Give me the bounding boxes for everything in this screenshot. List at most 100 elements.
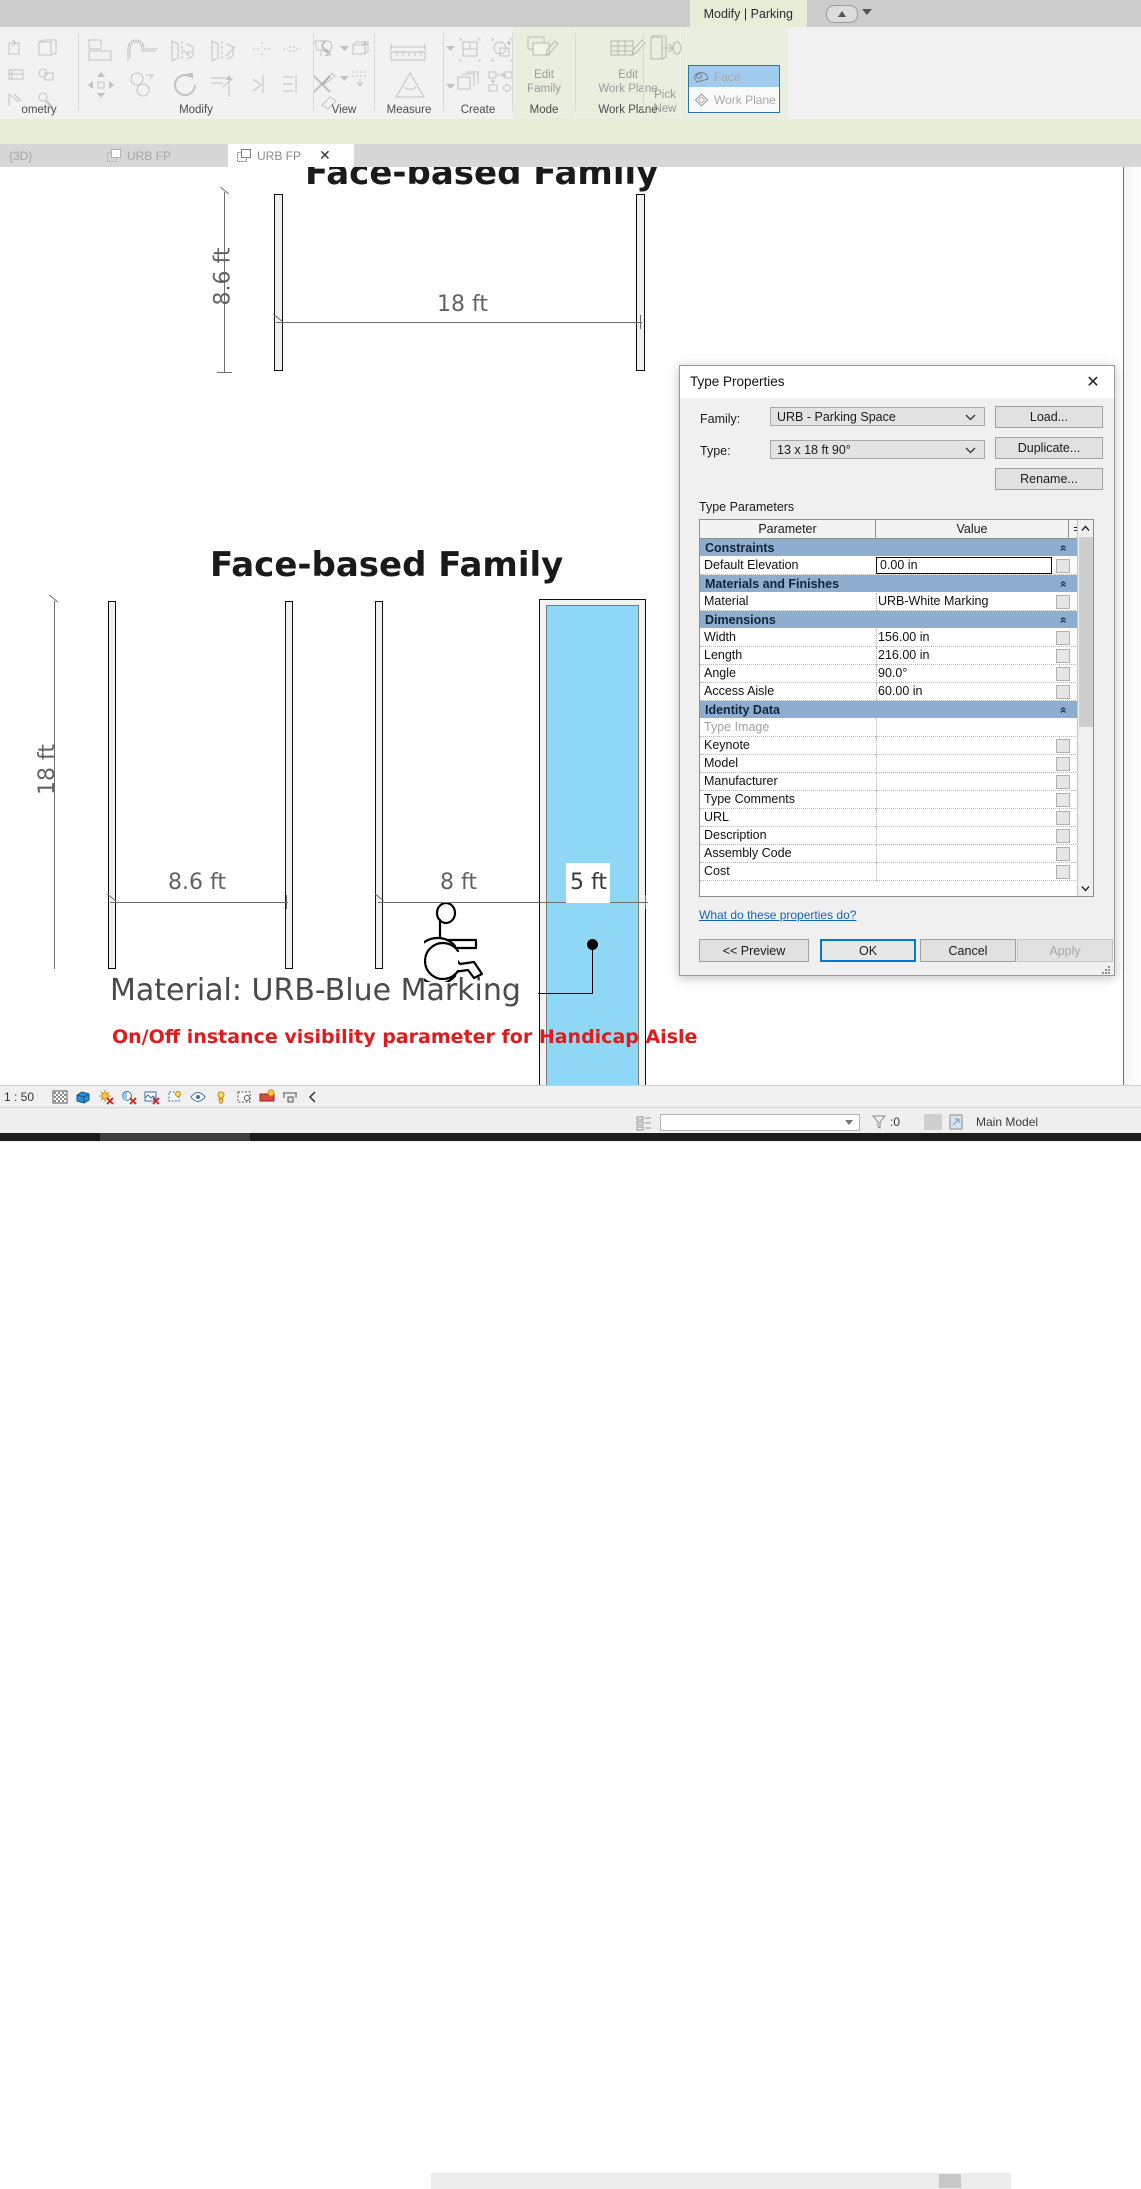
parameter-row[interactable]: Manufacturer <box>700 773 1078 791</box>
parameter-row[interactable]: Width156.00 in <box>700 629 1078 647</box>
geometry-tool-1-icon[interactable] <box>6 39 28 59</box>
group-collapse-icon[interactable]: » <box>1056 545 1070 552</box>
mirror-pick-axis-icon[interactable] <box>169 38 199 64</box>
parameter-lock-toggle[interactable] <box>1056 559 1070 573</box>
design-options-icon[interactable] <box>948 1113 966 1131</box>
view-control-bar[interactable]: 1 : 50 <box>0 1085 1141 1108</box>
parking-stripe-3[interactable] <box>375 601 383 969</box>
temporary-hide-isolate-icon[interactable] <box>213 1089 229 1105</box>
rename-button[interactable]: Rename... <box>995 468 1103 490</box>
type-dropdown[interactable]: 13 x 18 ft 90° <box>770 440 985 459</box>
paint-icon[interactable] <box>319 69 337 89</box>
measure-angle-icon[interactable] <box>393 71 427 101</box>
parameter-row[interactable]: Default Elevation0.00 in <box>700 557 1078 575</box>
placement-option-face[interactable]: Face <box>689 66 779 87</box>
group-icon[interactable] <box>456 71 484 95</box>
chevron-down-icon[interactable] <box>446 83 455 90</box>
trim-single-icon[interactable] <box>251 73 273 95</box>
parameter-value[interactable]: 156.00 in <box>878 630 929 644</box>
horizontal-scrollbar[interactable] <box>431 2173 1011 2189</box>
column-header-value[interactable]: Value <box>876 520 1069 538</box>
close-icon[interactable]: ✕ <box>1080 371 1106 393</box>
measure-between-references-icon[interactable] <box>389 41 429 65</box>
dialog-title-bar[interactable]: Type Properties ✕ <box>680 366 1114 398</box>
move-icon[interactable] <box>87 71 117 99</box>
resize-grip[interactable] <box>1102 964 1111 973</box>
duplicate-button[interactable]: Duplicate... <box>995 437 1103 459</box>
reveal-hidden-elements-icon[interactable] <box>236 1089 252 1105</box>
parking-stripe-top-left[interactable] <box>274 194 283 371</box>
close-icon[interactable]: ✕ <box>319 147 331 164</box>
parameter-lock-toggle[interactable] <box>1056 793 1070 807</box>
offset-icon[interactable] <box>127 38 159 64</box>
parameter-row[interactable]: URL <box>700 809 1078 827</box>
parameter-row[interactable]: Model <box>700 755 1078 773</box>
render-icon[interactable] <box>350 39 370 59</box>
parameter-group-header[interactable]: Dimensions» <box>700 611 1078 629</box>
parameter-value[interactable]: URB-White Marking <box>878 594 988 608</box>
help-link[interactable]: What do these properties do? <box>699 908 856 922</box>
column-header-parameter[interactable]: Parameter <box>700 520 876 538</box>
parameter-row[interactable]: Length216.00 in <box>700 647 1078 665</box>
show-crop-region-icon[interactable] <box>190 1089 206 1105</box>
parameter-value-input[interactable]: 0.00 in <box>876 557 1052 574</box>
placement-option-work-plane[interactable]: Work Plane <box>689 89 779 111</box>
align-icon[interactable] <box>86 38 116 64</box>
parameter-lock-toggle[interactable] <box>1056 739 1070 753</box>
parameter-row[interactable]: Type Image <box>700 719 1078 737</box>
mirror-draw-axis-icon[interactable] <box>209 38 239 64</box>
parking-stripe-top-right[interactable] <box>636 194 645 371</box>
parameter-value[interactable]: 216.00 in <box>878 648 929 662</box>
geometry-tool-2-icon[interactable] <box>36 39 58 59</box>
group-collapse-icon[interactable]: » <box>1056 617 1070 624</box>
parameter-lock-toggle[interactable] <box>1056 649 1070 663</box>
parameter-lock-toggle[interactable] <box>1056 775 1070 789</box>
temporary-view-properties-icon[interactable] <box>259 1089 275 1105</box>
chevron-down-icon[interactable] <box>340 75 349 82</box>
pick-new-icon[interactable] <box>648 35 682 68</box>
split-element-icon[interactable] <box>251 40 273 60</box>
parameter-lock-toggle[interactable] <box>1056 865 1070 879</box>
parameter-value[interactable]: 90.0° <box>878 666 907 680</box>
parameter-lock-toggle[interactable] <box>1056 757 1070 771</box>
parameter-row[interactable]: Description <box>700 827 1078 845</box>
parameter-row[interactable]: Angle90.0° <box>700 665 1078 683</box>
parameter-lock-toggle[interactable] <box>1056 811 1070 825</box>
view-scale[interactable]: 1 : 50 <box>4 1090 34 1104</box>
geometry-tool-3-icon[interactable] <box>6 65 28 85</box>
grid-scrollbar-thumb[interactable] <box>1079 537 1093 727</box>
parameter-group-header[interactable]: Identity Data» <box>700 701 1078 719</box>
chevron-down-icon[interactable] <box>340 45 349 52</box>
create-similar-icon[interactable] <box>456 37 484 63</box>
load-button[interactable]: Load... <box>995 406 1103 428</box>
parameter-group-header[interactable]: Constraints» <box>700 539 1078 557</box>
parameter-group-header[interactable]: Materials and Finishes» <box>700 575 1078 593</box>
scroll-up-icon[interactable] <box>1078 520 1093 536</box>
trim-extend-icon[interactable] <box>209 71 241 99</box>
edit-family-icon[interactable] <box>526 35 562 68</box>
parameter-lock-toggle[interactable] <box>1056 667 1070 681</box>
contextual-tab-modify-parking[interactable]: Modify | Parking <box>690 0 807 27</box>
parameter-value[interactable]: 60.00 in <box>878 684 922 698</box>
view-tab-urb-fp-1[interactable]: URB FP <box>98 144 228 167</box>
parameter-row[interactable]: MaterialURB-White Marking <box>700 593 1078 611</box>
worksets-icon[interactable] <box>924 1114 942 1130</box>
scroll-down-icon[interactable] <box>1078 880 1093 896</box>
filter-icon[interactable] <box>634 1113 654 1133</box>
edit-work-plane-icon[interactable] <box>608 35 648 68</box>
preview-button[interactable]: << Preview <box>699 939 809 962</box>
group-collapse-icon[interactable]: » <box>1056 707 1070 714</box>
geometry-tool-4-icon[interactable] <box>36 65 58 85</box>
chevron-down-icon[interactable] <box>845 1120 853 1125</box>
parameter-lock-toggle[interactable] <box>1056 595 1070 609</box>
view-tab-3d[interactable]: {3D} <box>0 144 95 167</box>
view-tab-urb-fp-2[interactable]: URB FP ✕ <box>228 144 354 167</box>
parking-stripe-2[interactable] <box>285 601 293 969</box>
type-properties-dialog[interactable]: Type Properties ✕ Family: URB - Parking … <box>679 365 1115 976</box>
collapse-ribbon-icon[interactable] <box>826 5 858 23</box>
thin-lines-icon[interactable] <box>350 69 370 89</box>
trim-multiple-icon[interactable] <box>281 73 303 95</box>
family-dropdown[interactable]: URB - Parking Space <box>770 407 985 426</box>
cancel-button[interactable]: Cancel <box>920 939 1016 962</box>
parameter-row[interactable]: Assembly Code <box>700 845 1078 863</box>
